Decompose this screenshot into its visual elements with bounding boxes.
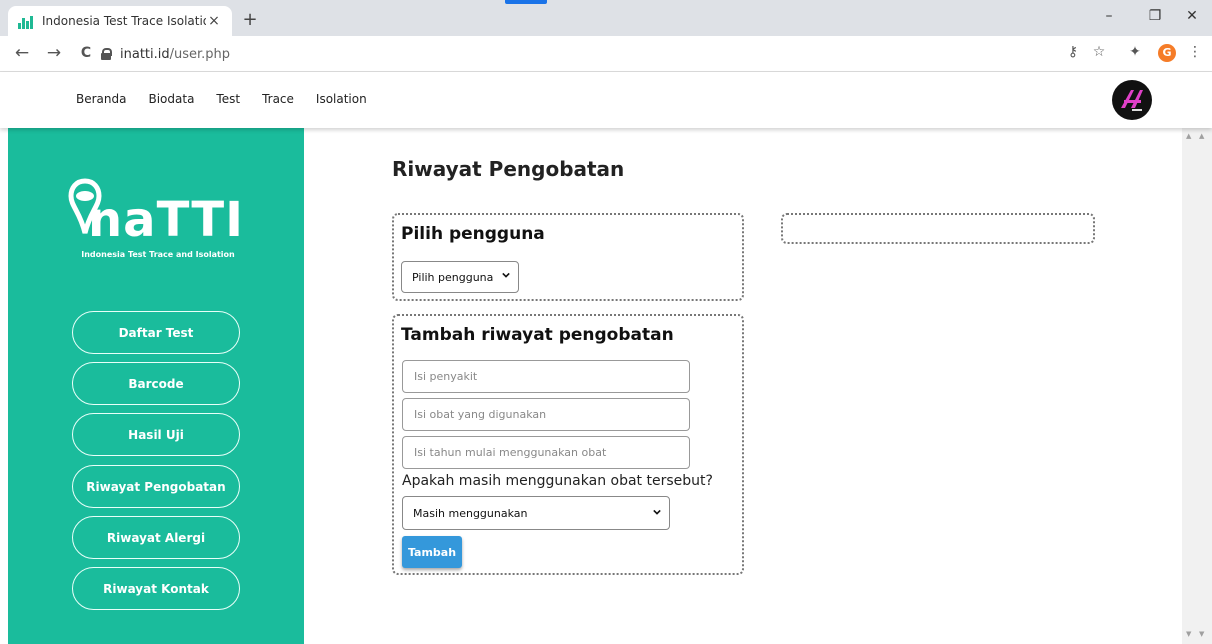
sidebar-item-riwayat-pengobatan[interactable]: Riwayat Pengobatan xyxy=(72,465,240,508)
logo-subtitle: Indonesia Test Trace and Isolation xyxy=(81,250,235,259)
sidebar-item-daftar-test[interactable]: Daftar Test xyxy=(72,311,240,354)
tambah-button[interactable]: Tambah xyxy=(402,536,462,568)
new-tab-button[interactable]: + xyxy=(238,9,262,33)
site-favicon-icon xyxy=(18,13,34,29)
minimize-button[interactable]: – xyxy=(1094,8,1124,24)
tab-close-icon[interactable]: × xyxy=(206,13,222,29)
select-user-panel: Pilih pengguna Pilih pengguna xyxy=(392,213,744,301)
site-nav: Beranda Biodata Test Trace Isolation xyxy=(76,92,367,106)
nav-beranda[interactable]: Beranda xyxy=(76,92,126,106)
menu-icon[interactable]: ⋮ xyxy=(1184,44,1206,60)
browser-tab[interactable]: Indonesia Test Trace Isolation × xyxy=(8,6,232,36)
sidebar-item-barcode[interactable]: Barcode xyxy=(72,362,240,405)
still-using-question: Apakah masih menggunakan obat tersebut? xyxy=(402,473,713,489)
close-window-button[interactable]: ✕ xyxy=(1177,8,1207,24)
scroll-down-icon[interactable]: ▼ xyxy=(1199,630,1204,638)
lock-icon xyxy=(100,48,112,60)
sidebar-item-riwayat-kontak[interactable]: Riwayat Kontak xyxy=(72,567,240,610)
nav-isolation[interactable]: Isolation xyxy=(316,92,367,106)
user-select-value: Pilih pengguna xyxy=(412,270,494,284)
still-using-select[interactable]: Masih menggunakan xyxy=(402,496,670,530)
add-medication-panel: Tambah riwayat pengobatan Isi penyakit I… xyxy=(392,314,744,575)
inatti-logo: naTTI Indonesia Test Trace and Isolation xyxy=(68,178,248,268)
nav-biodata[interactable]: Biodata xyxy=(148,92,194,106)
sidebar: naTTI Indonesia Test Trace and Isolation… xyxy=(8,128,304,644)
restore-button[interactable]: ❐ xyxy=(1140,8,1170,24)
sidebar-item-hasil-uji[interactable]: Hasil Uji xyxy=(72,413,240,456)
back-button[interactable]: ← xyxy=(10,42,34,66)
nav-trace[interactable]: Trace xyxy=(262,92,294,106)
reload-button[interactable]: C xyxy=(74,42,98,66)
extension-icon[interactable]: ✦ xyxy=(1124,44,1146,60)
scroll-up-icon[interactable]: ▲ xyxy=(1186,132,1191,140)
start-year-input[interactable]: Isi tahun mulai menggunakan obat xyxy=(402,436,690,469)
still-using-select-value: Masih menggunakan xyxy=(413,506,528,520)
star-icon[interactable]: ☆ xyxy=(1088,44,1110,60)
url-host: inatti.id xyxy=(120,46,170,62)
tab-drag-indicator xyxy=(505,0,547,4)
page-scrollbar[interactable]: ▲ ▲ ▼ ▼ xyxy=(1182,128,1212,644)
chevron-down-icon xyxy=(653,509,661,515)
sidebar-item-riwayat-alergi[interactable]: Riwayat Alergi xyxy=(72,516,240,559)
nav-test[interactable]: Test xyxy=(216,92,240,106)
page-title: Riwayat Pengobatan xyxy=(392,157,625,181)
tab-title: Indonesia Test Trace Isolation xyxy=(42,14,206,28)
disease-input-placeholder: Isi penyakit xyxy=(414,370,478,383)
logo-text: naTTI xyxy=(88,192,245,248)
profile-avatar[interactable]: G xyxy=(1158,44,1176,62)
medicine-input-placeholder: Isi obat yang digunakan xyxy=(414,408,547,421)
start-year-input-placeholder: Isi tahun mulai menggunakan obat xyxy=(414,446,607,459)
add-medication-title: Tambah riwayat pengobatan xyxy=(401,325,674,345)
user-select[interactable]: Pilih pengguna xyxy=(401,261,519,293)
brand-logo[interactable] xyxy=(1112,80,1152,120)
medicine-input[interactable]: Isi obat yang digunakan xyxy=(402,398,690,431)
scroll-down-icon[interactable]: ▼ xyxy=(1186,630,1191,638)
select-user-title: Pilih pengguna xyxy=(401,224,545,244)
site-header: Beranda Biodata Test Trace Isolation xyxy=(0,72,1212,128)
medical-history-output-panel xyxy=(781,213,1095,244)
scroll-up-icon[interactable]: ▲ xyxy=(1199,132,1204,140)
url-path: /user.php xyxy=(169,46,231,62)
key-icon[interactable]: ⚷ xyxy=(1062,44,1084,60)
disease-input[interactable]: Isi penyakit xyxy=(402,360,690,393)
browser-tabstrip: Indonesia Test Trace Isolation × + – ❐ ✕ xyxy=(0,0,1212,36)
address-bar[interactable]: inatti.id/user.php xyxy=(100,41,1150,67)
forward-button[interactable]: → xyxy=(42,42,66,66)
chevron-down-icon xyxy=(502,272,510,278)
browser-toolbar: ← → C inatti.id/user.php ⚷ ☆ ✦ ⋮ xyxy=(0,36,1212,72)
